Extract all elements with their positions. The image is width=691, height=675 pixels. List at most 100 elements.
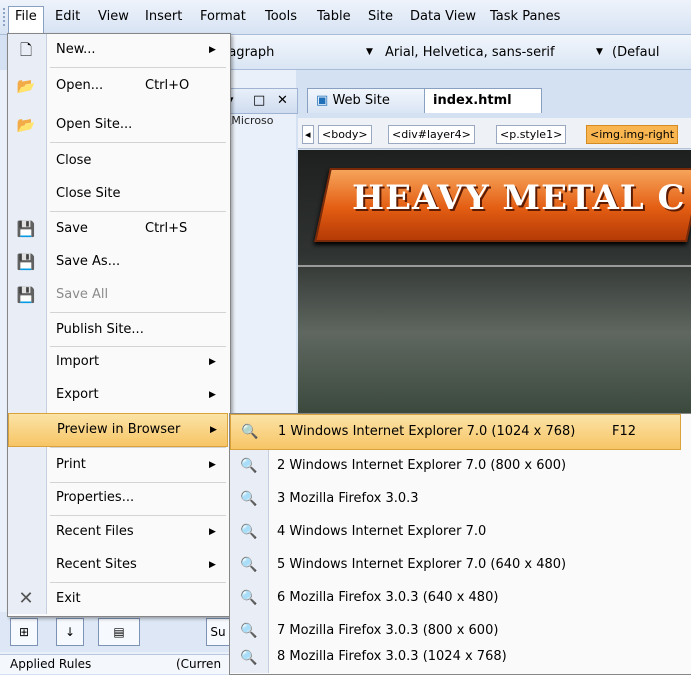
- menu-data-view[interactable]: Data View: [404, 7, 482, 27]
- quick-tag-selector: ◂ <body> <div#layer4> <p.style1> <img.im…: [298, 118, 691, 149]
- menu-item-open-site[interactable]: 📂 Open Site...: [8, 109, 228, 141]
- menu-item-close-site[interactable]: Close Site: [8, 178, 228, 210]
- browser-preview-icon: 🔍: [240, 491, 258, 507]
- menu-item-publish-site[interactable]: Publish Site...: [8, 314, 228, 346]
- menu-item-label: Exit: [56, 591, 81, 606]
- summary-button[interactable]: Su: [206, 618, 230, 646]
- menu-item-label: Save As...: [56, 254, 121, 269]
- menu-item-label: Properties...: [56, 490, 135, 505]
- formatting-toolbar: ragraph ▼ Arial, Helvetica, sans-serif ▼…: [220, 35, 691, 70]
- menu-item-open[interactable]: 📂 Open... Ctrl+O: [8, 70, 228, 102]
- menu-item-label: 6 Mozilla Firefox 3.0.3 (640 x 480): [277, 590, 499, 605]
- menu-item-label: Preview in Browser: [57, 422, 181, 437]
- menu-item-new[interactable]: 🗋 New... ▶: [8, 34, 228, 66]
- save-as-icon: 💾: [16, 253, 36, 271]
- save-icon: 💾: [16, 220, 36, 238]
- menu-site[interactable]: Site: [362, 7, 399, 27]
- menu-item-properties[interactable]: Properties...: [8, 482, 228, 514]
- menu-separator: [50, 312, 226, 313]
- chevron-down-icon[interactable]: ▼: [366, 47, 373, 57]
- menu-item-label: Recent Sites: [56, 557, 137, 572]
- menu-separator: [50, 67, 226, 68]
- menu-table[interactable]: Table: [311, 7, 357, 27]
- menu-file[interactable]: File: [8, 6, 44, 34]
- menu-separator: [50, 447, 226, 448]
- close-icon[interactable]: ✕: [277, 93, 288, 108]
- website-icon: ▣: [316, 93, 329, 108]
- browser-preview-icon: 🔍: [240, 524, 258, 540]
- preview-item-3[interactable]: 🔍 3 Mozilla Firefox 3.0.3: [230, 482, 681, 516]
- menu-item-label: 8 Mozilla Firefox 3.0.3 (1024 x 768): [277, 649, 507, 664]
- applied-rules-label: Applied Rules: [10, 657, 92, 671]
- new-page-icon: 🗋: [19, 41, 33, 59]
- preview-item-6[interactable]: 🔍 6 Mozilla Firefox 3.0.3 (640 x 480): [230, 581, 681, 615]
- menu-item-label: Open Site...: [56, 117, 133, 132]
- open-site-icon: 📂: [16, 116, 36, 134]
- preview-item-5[interactable]: 🔍 5 Windows Internet Explorer 7.0 (640 x…: [230, 548, 681, 582]
- menu-tools[interactable]: Tools: [259, 7, 303, 27]
- submenu-arrow-icon: ▶: [210, 425, 217, 435]
- browser-preview-icon: 🔍: [240, 623, 258, 639]
- quick-tag-div[interactable]: <div#layer4>: [388, 125, 475, 144]
- submenu-arrow-icon: ▶: [209, 460, 216, 470]
- submenu-arrow-icon: ▶: [209, 45, 216, 55]
- menu-item-export[interactable]: Export ▶: [8, 379, 228, 411]
- menu-item-label: Import: [56, 354, 100, 369]
- quick-tag-img[interactable]: <img.img-right: [586, 125, 679, 144]
- menu-separator: [50, 211, 226, 212]
- menu-item-print[interactable]: Print ▶: [8, 449, 228, 481]
- preview-item-4[interactable]: 🔍 4 Windows Internet Explorer 7.0: [230, 515, 681, 549]
- menu-item-label: Open...: [56, 78, 104, 93]
- menu-item-label: Close: [56, 153, 92, 168]
- menu-item-save[interactable]: 💾 Save Ctrl+S: [8, 213, 228, 245]
- divider: [298, 265, 691, 267]
- menu-view[interactable]: View: [92, 7, 135, 27]
- tab-web-site-label: Web Site: [332, 93, 390, 108]
- menu-task-panes[interactable]: Task Panes: [484, 7, 566, 27]
- font-combo[interactable]: Arial, Helvetica, sans-serif: [385, 44, 555, 62]
- menu-item-import[interactable]: Import ▶: [8, 346, 228, 378]
- menu-item-exit[interactable]: ✕ Exit: [8, 583, 228, 615]
- quick-tag-scroll-left-icon[interactable]: ◂: [302, 125, 314, 144]
- menu-item-label: Save: [56, 221, 88, 236]
- menu-item-label: 2 Windows Internet Explorer 7.0 (800 x 6…: [277, 458, 567, 473]
- menu-item-save-all: 💾 Save All: [8, 279, 228, 311]
- sort-az-icon[interactable]: ↓: [56, 618, 84, 646]
- quick-tag-body[interactable]: <body>: [318, 125, 372, 144]
- tab-index-html[interactable]: index.html: [424, 88, 542, 113]
- categorized-view-icon[interactable]: ⊞: [10, 618, 38, 646]
- menu-insert[interactable]: Insert: [139, 7, 188, 27]
- menu-edit[interactable]: Edit: [49, 7, 86, 27]
- menu-item-shortcut: Ctrl+O: [145, 78, 190, 93]
- quick-tag-p[interactable]: <p.style1>: [496, 125, 567, 144]
- show-set-properties-icon[interactable]: ▤: [98, 618, 140, 646]
- menu-item-save-as[interactable]: 💾 Save As...: [8, 246, 228, 278]
- tab-web-site[interactable]: ▣ Web Site: [307, 88, 425, 113]
- menu-item-close[interactable]: Close: [8, 145, 228, 177]
- save-all-icon: 💾: [16, 286, 36, 304]
- panel-header: ▾ □ ✕: [222, 88, 298, 114]
- menu-item-label: Save All: [56, 287, 109, 302]
- current-rule-label: (Curren: [176, 657, 222, 671]
- preview-item-2[interactable]: 🔍 2 Windows Internet Explorer 7.0 (800 x…: [230, 449, 681, 483]
- menu-item-label: Close Site: [56, 186, 121, 201]
- menu-item-label: Recent Files: [56, 524, 134, 539]
- preview-item-1[interactable]: 🔍 1 Windows Internet Explorer 7.0 (1024 …: [230, 414, 681, 450]
- menu-item-label: Print: [56, 457, 86, 472]
- browser-preview-icon: 🔍: [240, 458, 258, 474]
- browser-preview-icon: 🔍: [240, 557, 258, 573]
- menu-bar: File Edit View Insert Format Tools Table…: [0, 0, 691, 35]
- chevron-down-icon[interactable]: ▼: [596, 47, 603, 57]
- close-x-icon: ✕: [18, 588, 34, 609]
- menu-item-label: 4 Windows Internet Explorer 7.0: [277, 524, 487, 539]
- menu-item-label: New...: [56, 42, 96, 57]
- menu-format[interactable]: Format: [194, 7, 252, 27]
- menu-item-preview-in-browser[interactable]: Preview in Browser ▶: [8, 413, 228, 447]
- menu-item-recent-sites[interactable]: Recent Sites ▶: [8, 549, 228, 581]
- font-size-combo[interactable]: (Defaul: [612, 44, 659, 62]
- browser-preview-icon: 🔍: [241, 424, 259, 440]
- maximize-icon[interactable]: □: [253, 93, 265, 108]
- preview-item-8[interactable]: 🔍 8 Mozilla Firefox 3.0.3 (1024 x 768): [230, 641, 681, 673]
- menu-item-label: 5 Windows Internet Explorer 7.0 (640 x 4…: [277, 557, 567, 572]
- menu-item-recent-files[interactable]: Recent Files ▶: [8, 516, 228, 548]
